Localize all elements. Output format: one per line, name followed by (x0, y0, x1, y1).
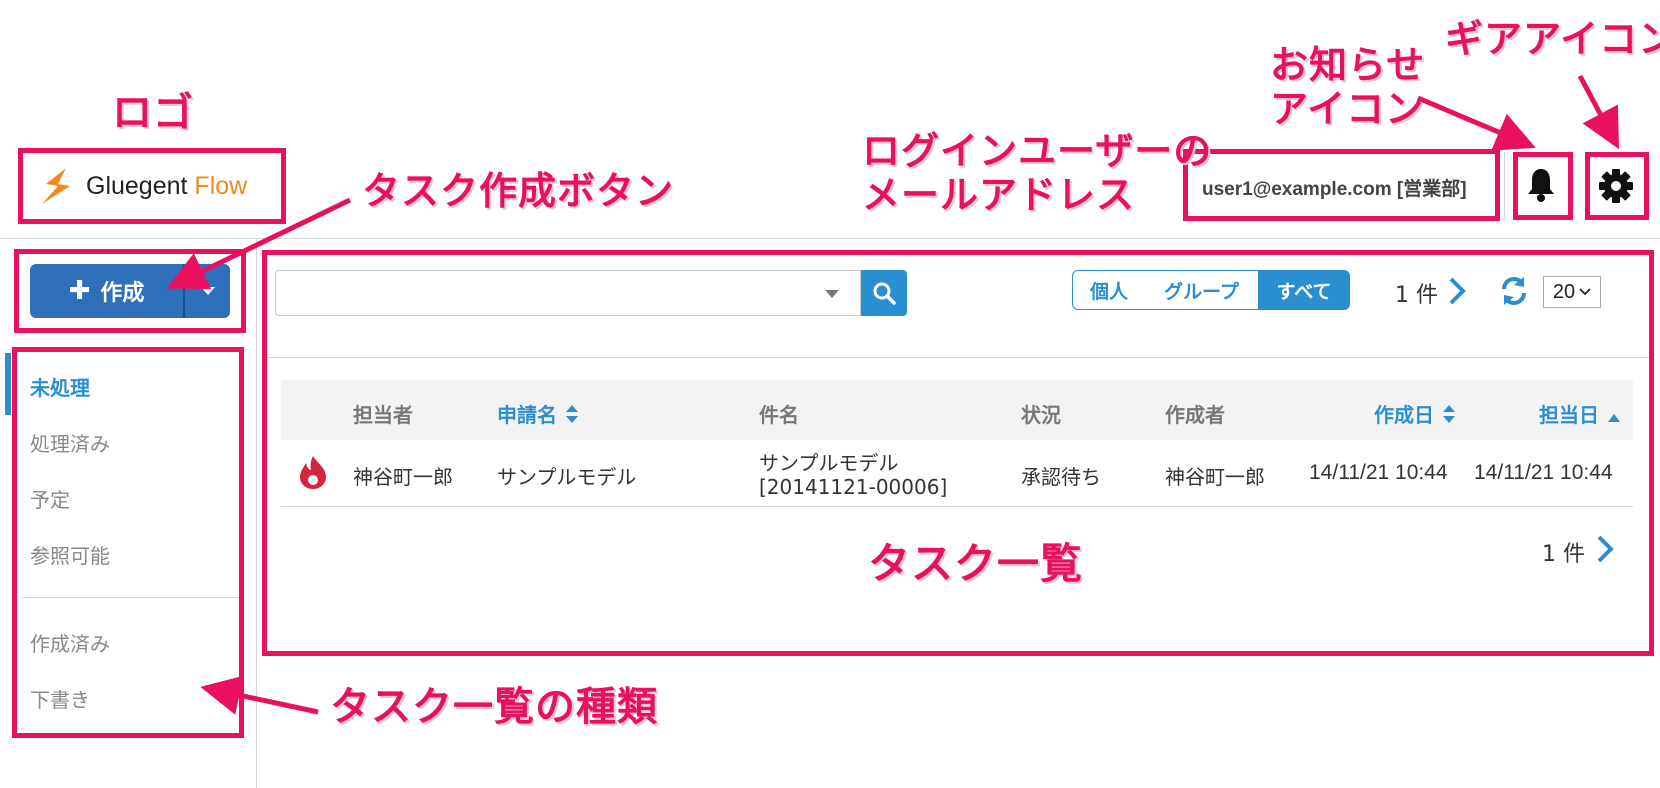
annotation-logo: ロゴ (112, 90, 194, 136)
logo-highlight (18, 148, 286, 224)
annotation-list-types: タスク一覧の種類 (330, 684, 658, 730)
sidebar-nav-highlight (12, 347, 244, 738)
arrow-notification (1417, 95, 1536, 151)
annotation-notification: お知らせ アイコン (1270, 43, 1426, 131)
create-button-highlight (14, 249, 246, 333)
user-email-highlight (1183, 149, 1500, 221)
annotation-task-list: タスク一覧 (868, 539, 1084, 588)
sidebar-active-indicator (5, 353, 11, 415)
sidebar-divider (256, 238, 257, 788)
annotation-create-button: タスク作成ボタン (362, 169, 675, 213)
bell-highlight (1513, 152, 1573, 220)
annotation-user-email: ログインユーザーの メールアドレス (862, 129, 1213, 217)
annotation-gear: ギアアイコン (1445, 17, 1660, 61)
task-list-highlight (262, 250, 1654, 656)
header-separator (1504, 152, 1505, 220)
gear-highlight (1585, 152, 1649, 220)
header-divider (0, 238, 1660, 239)
arrow-gear (1577, 74, 1620, 150)
